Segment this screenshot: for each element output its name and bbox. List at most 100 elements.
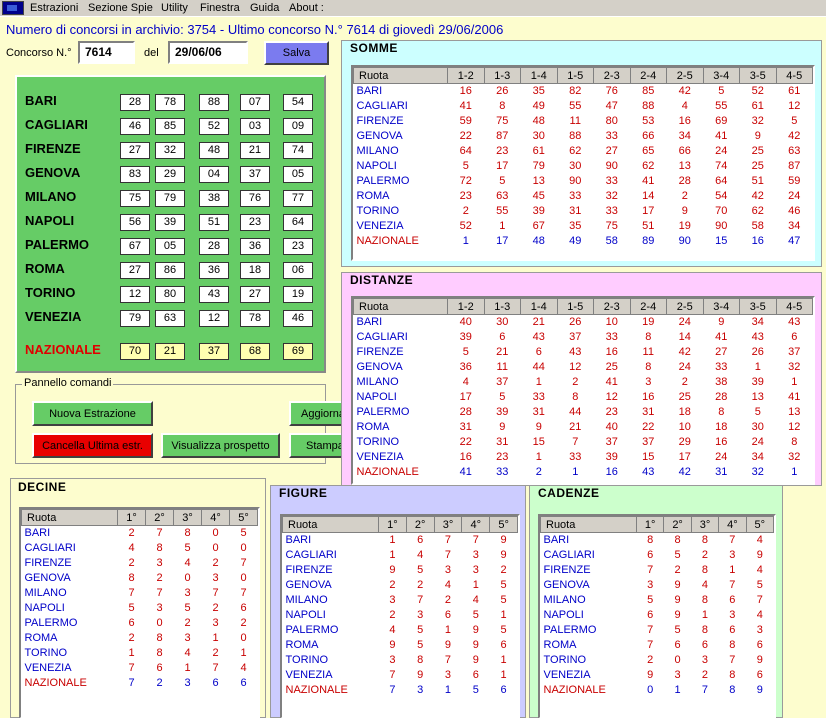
decine-header-3[interactable]: 3°	[173, 509, 202, 526]
somme-header-1[interactable]: 1-2	[447, 67, 485, 84]
menu-utility[interactable]: Utility	[159, 1, 190, 15]
draw-row-roma-number-3[interactable]: 36	[199, 262, 229, 279]
table-row[interactable]: NAZIONALE 7 3 1 5 6	[283, 683, 518, 698]
cadenze-header-4[interactable]: 4°	[718, 516, 747, 533]
draw-row-milano-number-3[interactable]: 38	[199, 190, 229, 207]
figure-header-4[interactable]: 4°	[461, 516, 491, 533]
concorso-date-field[interactable]: 29/06/06	[168, 41, 248, 64]
draw-row-roma-number-4[interactable]: 18	[240, 262, 270, 279]
table-row[interactable]: BARI 1 6 7 7 9	[283, 533, 518, 549]
table-row[interactable]: CAGLIARI 39 6 43 37 33 8 14 41 43 6	[354, 330, 813, 345]
table-row[interactable]: PALERMO 72 5 13 90 33 41 28 64 51 59	[354, 174, 813, 189]
delete-last-draw-button[interactable]: Cancella Ultima estr.	[32, 433, 153, 458]
draw-row-napoli-number-3[interactable]: 51	[199, 214, 229, 231]
draw-row-venezia-number-5[interactable]: 46	[283, 310, 313, 327]
distanze-header-8[interactable]: 3-4	[702, 298, 740, 315]
distanze-header-9[interactable]: 3-5	[739, 298, 777, 315]
figure-header-1[interactable]: 1°	[378, 516, 407, 533]
somme-header-7[interactable]: 2-5	[666, 67, 704, 84]
table-row[interactable]: GENOVA 36 11 44 12 25 8 24 33 1 32	[354, 360, 813, 375]
figure-header-0[interactable]: Ruota	[282, 516, 379, 533]
draw-row-torino-number-4[interactable]: 27	[240, 286, 270, 303]
draw-row-milano-number-1[interactable]: 75	[120, 190, 150, 207]
draw-row-roma-number-2[interactable]: 86	[155, 262, 185, 279]
table-row[interactable]: VENEZIA 7 9 3 6 1	[283, 668, 518, 683]
draw-row-napoli-number-1[interactable]: 56	[120, 214, 150, 231]
draw-row-roma-number-5[interactable]: 06	[283, 262, 313, 279]
table-row[interactable]: NAZIONALE 41 33 2 1 16 43 42 31 32 1	[354, 465, 813, 480]
draw-row-cagliari-number-3[interactable]: 52	[199, 118, 229, 135]
draw-row-palermo-number-4[interactable]: 36	[240, 238, 270, 255]
table-row[interactable]: VENEZIA 7 6 1 7 4	[22, 661, 258, 676]
somme-table[interactable]: Ruota 1-2 1-3 1-4 1-5 2-3 2-4 2-5 3-4 3-5 4-5 BARI 1…	[351, 65, 815, 261]
cadenze-header-1[interactable]: 1°	[635, 516, 665, 533]
decine-header-0[interactable]: Ruota	[21, 509, 118, 526]
table-row[interactable]: CAGLIARI 1 4 7 3 9	[283, 548, 518, 563]
draw-row-napoli-number-2[interactable]: 39	[155, 214, 185, 231]
table-row[interactable]: TORINO 2 0 3 7 9	[541, 653, 774, 668]
draw-row-venezia-number-3[interactable]: 12	[199, 310, 229, 327]
draw-row-firenze-number-1[interactable]: 27	[120, 142, 150, 159]
table-row[interactable]: NAPOLI 5 3 5 2 6	[22, 601, 258, 616]
draw-row-genova-number-3[interactable]: 04	[199, 166, 229, 183]
table-row[interactable]: VENEZIA 52 1 67 35 75 51 19 90 58 34	[354, 219, 813, 234]
decine-header-2[interactable]: 2°	[145, 509, 174, 526]
distanze-header-7[interactable]: 2-5	[666, 298, 704, 315]
update-button[interactable]: Aggiorna	[289, 401, 345, 426]
table-row[interactable]: NAPOLI 6 9 1 3 4	[541, 608, 774, 623]
distanze-header-0[interactable]: Ruota	[353, 298, 448, 315]
table-row[interactable]: BARI 16 26 35 82 76 85 42 5 52 61	[354, 84, 813, 100]
draw-row-nazionale-number-3[interactable]: 37	[199, 343, 229, 360]
distanze-table[interactable]: Ruota 1-2 1-3 1-4 1-5 2-3 2-4 2-5 3-4 3-5 4-5 BARI 4…	[351, 296, 815, 485]
table-row[interactable]: MILANO 4 37 1 2 41 3 2 38 39 1	[354, 375, 813, 390]
somme-header-9[interactable]: 3-5	[739, 67, 777, 84]
distanze-header-3[interactable]: 1-4	[520, 298, 558, 315]
draw-row-venezia-number-2[interactable]: 63	[155, 310, 185, 327]
somme-header-5[interactable]: 2-3	[593, 67, 631, 84]
concorso-number-field[interactable]: 7614	[78, 41, 135, 64]
draw-row-torino-number-2[interactable]: 80	[155, 286, 185, 303]
cadenze-header-5[interactable]: 5°	[745, 516, 775, 533]
table-row[interactable]: ROMA 7 6 6 8 6	[541, 638, 774, 653]
table-row[interactable]: TORINO 1 8 4 2 1	[22, 646, 258, 661]
table-row[interactable]: GENOVA 8 2 0 3 0	[22, 571, 258, 586]
table-row[interactable]: NAPOLI 2 3 6 5 1	[283, 608, 518, 623]
table-row[interactable]: FIRENZE 5 21 6 43 16 11 42 27 26 37	[354, 345, 813, 360]
draw-row-genova-number-4[interactable]: 37	[240, 166, 270, 183]
somme-header-8[interactable]: 3-4	[702, 67, 740, 84]
draw-row-venezia-number-4[interactable]: 78	[240, 310, 270, 327]
distanze-header-4[interactable]: 1-5	[556, 298, 594, 315]
somme-header-10[interactable]: 4-5	[775, 67, 813, 84]
draw-row-milano-number-4[interactable]: 76	[240, 190, 270, 207]
table-row[interactable]: MILANO 3 7 2 4 5	[283, 593, 518, 608]
table-row[interactable]: TORINO 3 8 7 9 1	[283, 653, 518, 668]
table-row[interactable]: VENEZIA 16 23 1 33 39 15 17 24 34 32	[354, 450, 813, 465]
table-row[interactable]: FIRENZE 9 5 3 3 2	[283, 563, 518, 578]
table-row[interactable]: PALERMO 7 5 8 6 3	[541, 623, 774, 638]
table-row[interactable]: FIRENZE 7 2 8 1 4	[541, 563, 774, 578]
table-row[interactable]: NAPOLI 5 17 79 30 90 62 13 74 25 87	[354, 159, 813, 174]
draw-row-bari-number-5[interactable]: 54	[283, 94, 313, 111]
draw-row-milano-number-2[interactable]: 79	[155, 190, 185, 207]
draw-row-torino-number-1[interactable]: 12	[120, 286, 150, 303]
distanze-header-2[interactable]: 1-3	[483, 298, 521, 315]
distanze-header-1[interactable]: 1-2	[447, 298, 485, 315]
draw-row-genova-number-1[interactable]: 83	[120, 166, 150, 183]
cadenze-header-3[interactable]: 3°	[690, 516, 720, 533]
table-row[interactable]: PALERMO 28 39 31 44 23 31 18 8 5 13	[354, 405, 813, 420]
draw-row-bari-number-1[interactable]: 28	[120, 94, 150, 111]
table-row[interactable]: NAZIONALE 0 1 7 8 9	[541, 683, 774, 698]
table-row[interactable]: ROMA 31 9 9 21 40 22 10 18 30 12	[354, 420, 813, 435]
table-row[interactable]: ROMA 9 5 9 9 6	[283, 638, 518, 653]
draw-row-firenze-number-4[interactable]: 21	[240, 142, 270, 159]
decine-header-5[interactable]: 5°	[229, 509, 258, 526]
table-row[interactable]: CAGLIARI 41 8 49 55 47 88 4 55 61 12	[354, 99, 813, 114]
table-row[interactable]: NAZIONALE 1 17 48 49 58 89 90 15 16 47	[354, 234, 813, 249]
draw-row-nazionale-number-2[interactable]: 21	[155, 343, 185, 360]
table-row[interactable]: BARI 40 30 21 26 10 19 24 9 34 43	[354, 315, 813, 331]
draw-row-genova-number-5[interactable]: 05	[283, 166, 313, 183]
decine-header-1[interactable]: 1°	[117, 509, 146, 526]
table-row[interactable]: NAZIONALE 7 2 3 6 6	[22, 676, 258, 691]
figure-header-5[interactable]: 5°	[489, 516, 518, 533]
draw-row-torino-number-5[interactable]: 19	[283, 286, 313, 303]
